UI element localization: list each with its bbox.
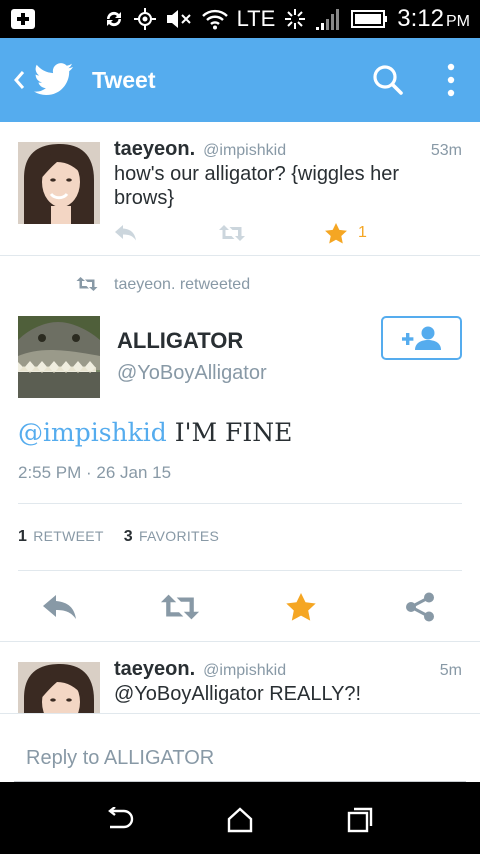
notification-plus-icon [10,8,36,30]
favorite-button[interactable] [281,590,321,624]
tweet-text: how's our alligator? {wiggles her brows} [114,163,400,209]
favorites-label[interactable]: FAVORITES [139,528,219,544]
retweets-label[interactable]: RETWEET [33,528,104,544]
share-button[interactable] [400,590,440,624]
author-name[interactable]: ALLIGATOR [117,328,243,354]
tweet-text: @YoBoyAlligator REALLY?! [114,683,362,705]
tweet-item[interactable]: taeyeon. @impishkid 5m @YoBoyAlligator R… [0,642,480,714]
search-button[interactable] [364,56,412,104]
recent-apps-icon [347,807,373,833]
reply-bar [0,714,480,782]
tweet-timestamp: 2:55 PM · 26 Jan 15 [18,463,172,482]
muted-volume-icon [165,8,193,30]
reply-icon [115,225,136,241]
add-user-icon [401,326,441,350]
favorite-count: 1 [358,224,367,241]
twitter-bird-icon[interactable] [32,58,76,102]
clock-ampm: PM [446,13,470,30]
system-nav-bar [0,782,480,854]
mention-link[interactable]: @impishkid [18,418,167,447]
network-type-label: LTE [236,6,276,31]
page-title: Tweet [92,66,156,93]
back-arrow-icon [108,807,134,829]
reply-input[interactable] [14,736,466,782]
clock: 3:12 PM [397,5,470,33]
signal-strength-icon [315,7,343,31]
status-bar: LTE 3:12 PM [0,0,480,38]
gps-icon [133,7,157,31]
avatar[interactable] [18,662,100,713]
author-handle[interactable]: @impishkid [203,662,286,680]
star-icon [325,223,347,244]
battery-icon [351,8,389,30]
share-icon [406,592,434,622]
divider [18,503,462,504]
retweeted-by-text: taeyeon. retweeted [114,276,251,293]
author-handle[interactable]: @impishkid [203,142,286,160]
search-icon [373,65,403,95]
reply-icon [43,595,76,619]
avatar[interactable] [18,316,100,398]
author-name[interactable]: taeyeon. [114,138,195,161]
tweet-time: 5m [439,662,462,679]
retweet-button[interactable] [218,224,248,242]
tweet-item[interactable]: taeyeon. @impishkid 53m how's our alliga… [0,122,480,256]
tweet-body-text: I'M FINE [166,418,293,447]
wifi-icon [201,8,229,30]
tweet-stats: 1 RETWEET 3 FAVORITES [18,528,219,546]
app-bar: Tweet [0,38,480,122]
nav-home-button[interactable] [220,800,260,840]
favorites-count[interactable]: 3 [124,528,133,546]
retweets-count[interactable]: 1 [18,528,27,546]
reply-button[interactable] [40,590,80,624]
screen: LTE 3:12 PM Tweet taeyeon. @impishkid 53… [0,0,480,854]
sync-icon [103,8,125,30]
avatar[interactable] [18,142,100,224]
retweet-icon [219,225,245,241]
overflow-menu-button[interactable] [428,56,474,104]
author-handle[interactable]: @YoBoyAlligator [117,362,267,385]
retweet-small-icon [76,276,98,297]
follow-button[interactable] [381,316,462,360]
nav-back-button[interactable] [100,800,140,840]
back-chevron-icon [14,71,25,89]
tweet-actions: 1 [114,218,454,248]
reply-button[interactable] [114,224,138,242]
home-icon [227,807,253,833]
back-button[interactable] [6,70,32,90]
author-name[interactable]: taeyeon. [114,658,195,681]
star-icon [286,593,316,621]
data-activity-icon [283,7,307,31]
tweet-action-bar [0,576,480,642]
clock-time: 3:12 [397,5,444,32]
divider [18,570,462,571]
retweet-icon [160,594,200,620]
favorite-button[interactable]: 1 [324,222,374,244]
retweeted-by-line[interactable]: taeyeon. retweeted [0,268,480,304]
overflow-menu-icon [447,63,455,97]
nav-recent-apps-button[interactable] [340,800,380,840]
retweet-button[interactable] [160,590,200,624]
tweet-time: 53m [430,142,462,159]
tweet-text: @impishkid I'M FINE [18,418,292,447]
